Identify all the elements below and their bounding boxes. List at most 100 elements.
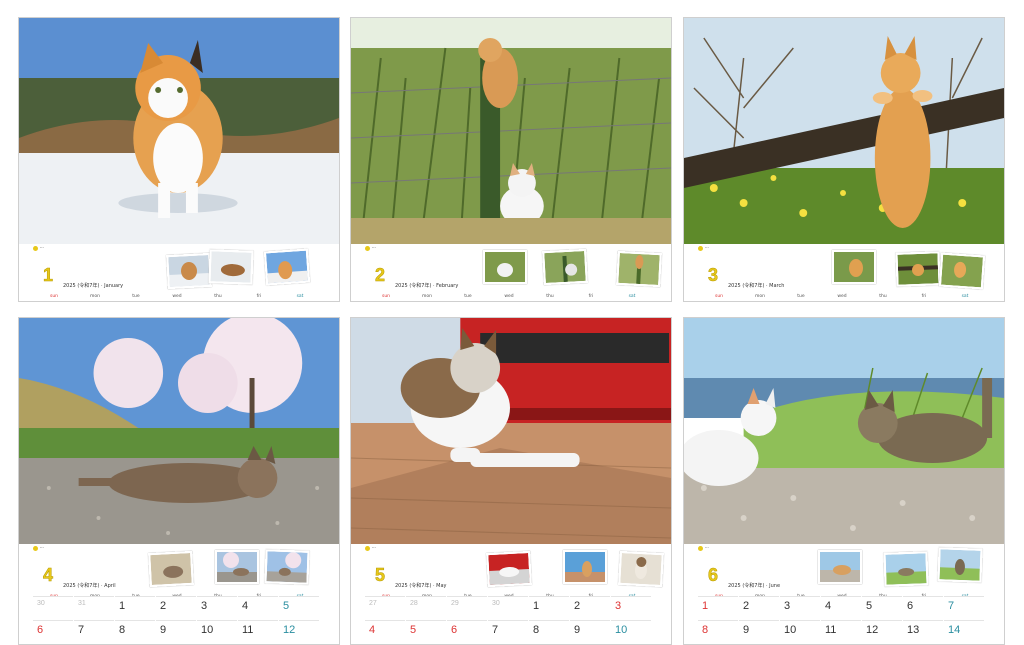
date-cell: 9 [156,620,196,644]
month-label: 2025 (令和7年) · January [63,283,124,289]
date-cell: 28 [406,596,446,621]
date-cell: 5 [279,596,319,621]
thumbnail-photo [937,547,983,583]
date-cell: 8 [529,620,569,644]
date-cell: 12 [279,620,319,644]
date-cell: 7 [488,620,528,644]
date-cell: 6 [903,596,943,621]
thumbnail-photo [486,550,532,588]
month-label: 2025 (令和7年) · February [395,283,459,289]
weekday-header: sun mon tue wed thu fri sat [19,294,339,301]
weekday-label: mon [755,294,765,299]
thumbnail-photo [215,550,259,584]
weekday-label: thu [214,294,222,299]
thumbnail-photo [483,250,527,284]
weekday-label: tue [464,294,472,299]
date-cell: 10 [611,620,651,644]
date-cell: 6 [33,620,73,644]
date-cell: 9 [739,620,779,644]
date-cell: 30 [33,596,73,621]
month-number: 5 [375,565,386,586]
weekday-label: mon [90,294,100,299]
weekday-label: thu [546,294,554,299]
date-cell: 11 [821,620,861,644]
date-cell: 2 [739,596,779,621]
date-cell: 10 [197,620,237,644]
month-number: 1 [43,265,54,286]
weekday-label: sun [381,294,391,299]
month-header: ··· 1 2025 (令和7年) · January sun mon tue … [19,244,339,301]
date-cell: 12 [862,620,902,644]
photo-caption: ··· [365,245,427,251]
weekday-label: fri [256,294,262,299]
weekday-label: fri [921,294,927,299]
weekday-label: wed [837,294,847,299]
date-cell: 31 [74,596,114,621]
date-cell: 3 [197,596,237,621]
thumbnail-photo [563,550,607,584]
weekday-label: sun [49,294,59,299]
date-cell: 13 [903,620,943,644]
date-cell: 2 [156,596,196,621]
date-grid: 1 2 3 4 5 6 7 8 9 10 11 12 13 14 [684,596,1004,644]
date-cell: 3 [780,596,820,621]
date-cell: 1 [698,596,738,621]
weekday-label: mon [422,294,432,299]
month-label: 2025 (令和7年) · March [728,283,785,289]
weekday-label: tue [132,294,140,299]
weekday-label: wed [504,294,514,299]
thumbnail-photo [166,252,212,290]
weekday-label: sun [714,294,724,299]
weekday-label: fri [588,294,594,299]
date-cell: 8 [698,620,738,644]
date-cell: 10 [780,620,820,644]
photo-caption: ··· [698,545,760,551]
weekday-header: sun mon tue wed thu fri sat [684,294,1004,301]
date-cell: 3 [611,596,651,621]
photo-cats-on-fence-post [351,18,671,244]
month-header: ··· 2 2025 (令和7年) · February sun mon tue… [351,244,671,301]
photo-caption: ··· [698,245,760,251]
month-number: 3 [708,265,719,286]
photo-calico-in-snow [19,18,339,244]
weekday-header: sun mon tue wed thu fri sat [351,294,671,301]
weekday-label: wed [172,294,182,299]
weekday-label: sat [628,294,636,299]
thumbnail-photo [895,251,941,287]
calendar-page-may: ··· 5 2025 (令和7年) · May sun mon tue wed … [350,317,672,645]
month-label: 2025 (令和7年) · May [395,583,447,589]
date-cell: 11 [238,620,278,644]
date-grid: 30 31 1 2 3 4 5 6 7 8 9 10 11 12 [19,596,339,644]
date-cell: 5 [862,596,902,621]
photo-cat-stretching-by-red-bus [351,318,671,544]
photo-caption: ··· [33,545,95,551]
photo-caption: ··· [33,245,95,251]
date-grid: 27 28 29 30 1 2 3 4 5 6 7 8 9 10 [351,596,671,644]
date-cell: 1 [115,596,155,621]
thumbnail-photo [832,250,876,284]
photo-ginger-cat-on-log [684,18,1004,244]
date-cell: 2 [570,596,610,621]
date-cell: 6 [447,620,487,644]
date-cell: 7 [74,620,114,644]
thumbnail-photo [148,550,194,588]
date-cell: 29 [447,596,487,621]
photo-two-cats-on-gravel [684,318,1004,544]
thumbnail-photo [264,549,310,585]
date-cell: 5 [406,620,446,644]
thumbnail-photo [818,550,862,584]
date-cell: 14 [944,620,984,644]
date-cell: 4 [365,620,405,644]
thumbnail-photo [263,248,311,286]
photo-tabby-lying-under-cherry-blossom [19,318,339,544]
date-cell: 4 [238,596,278,621]
calendar-page-june: ··· 6 2025 (令和7年) · June sun mon tue wed… [683,317,1005,645]
month-label: 2025 (令和7年) · April [63,583,116,589]
month-number: 2 [375,265,386,286]
month-header: ··· 6 2025 (令和7年) · June sun mon tue wed… [684,544,1004,604]
date-cell: 9 [570,620,610,644]
month-header: ··· 3 2025 (令和7年) · March sun mon tue we… [684,244,1004,301]
calendar-page-march: ··· 3 2025 (令和7年) · March sun mon tue we… [683,17,1005,302]
date-cell: 1 [529,596,569,621]
thumbnail-photo [883,551,929,587]
